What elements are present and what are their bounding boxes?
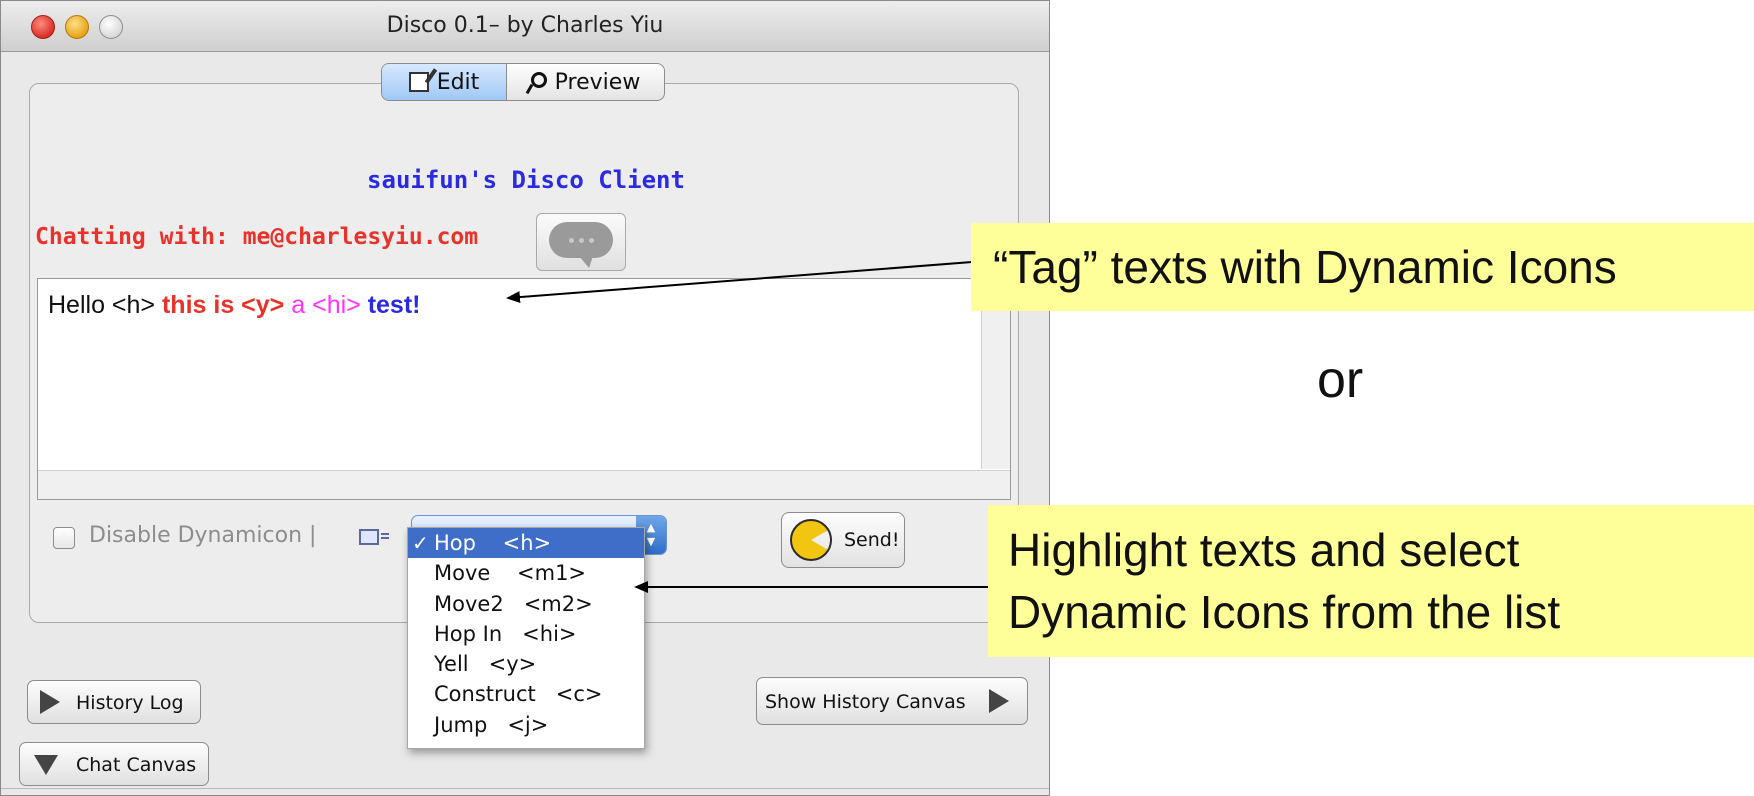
- disclosure-right-icon: [40, 690, 60, 714]
- mode-segmented-control: Edit Preview: [381, 63, 665, 101]
- pacman-icon: [790, 519, 832, 561]
- callout-line-1: Highlight texts and select: [1008, 524, 1520, 576]
- disclosure-down-icon: [34, 755, 58, 775]
- dropdown-item-label: Construct <c>: [434, 682, 603, 707]
- message-text: Hello <h> this is <y> a <hi> test!: [48, 291, 421, 320]
- checkmark-icon: ✓: [412, 531, 429, 555]
- speech-bubble-icon: [549, 222, 613, 268]
- message-segment: <h>: [111, 291, 162, 319]
- title-bar[interactable]: Disco 0.1– by Charles Yiu: [1, 1, 1049, 52]
- dropdown-item[interactable]: Move <m1>: [408, 558, 644, 588]
- send-label: Send!: [844, 529, 900, 551]
- show-history-canvas-label: Show History Canvas: [765, 691, 966, 713]
- disable-dynamicon-checkbox[interactable]: [53, 527, 75, 549]
- callout-highlight-texts: Highlight texts and select Dynamic Icons…: [988, 505, 1754, 657]
- dropdown-item[interactable]: Hop In <hi>: [408, 619, 644, 649]
- or-label: or: [1317, 351, 1364, 409]
- chat-bubble-button[interactable]: [536, 213, 626, 271]
- message-segment: <hi>: [312, 291, 368, 319]
- dropdown-item[interactable]: Move2 <m2>: [408, 589, 644, 619]
- edit-icon: [408, 72, 429, 92]
- send-button[interactable]: Send!: [781, 512, 905, 568]
- callout-tag-texts: “Tag” texts with Dynamic Icons: [971, 223, 1754, 311]
- dropdown-item-label: Yell <y>: [434, 652, 537, 677]
- dropdown-item-label: Hop In <hi>: [434, 621, 577, 646]
- history-log-label: History Log: [76, 692, 184, 714]
- message-segment: <y>: [241, 291, 292, 319]
- divider: [1, 788, 1049, 789]
- app-window: Disco 0.1– by Charles Yiu Edit Preview s…: [0, 0, 1050, 796]
- dropdown-item[interactable]: Jump <j>: [408, 710, 644, 740]
- tab-edit-label: Edit: [436, 69, 480, 95]
- message-segment: this is: [161, 291, 242, 319]
- tab-preview-label: Preview: [554, 69, 641, 95]
- tab-preview[interactable]: Preview: [507, 64, 664, 100]
- message-segment: a: [291, 291, 313, 319]
- tab-edit[interactable]: Edit: [382, 64, 507, 100]
- dropdown-item-label: Hop <h>: [434, 531, 552, 555]
- disclosure-right-icon: [989, 689, 1009, 713]
- text-format-icon[interactable]: [359, 529, 389, 545]
- dynamicon-dropdown-list: ✓ Hop <h> Move <m1> Move2 <m2> Hop In <hi> Ye…: [407, 527, 645, 749]
- dropdown-item-label: Move2 <m2>: [434, 591, 593, 616]
- magnifier-icon: [530, 72, 547, 88]
- dropdown-item-label: Jump <j>: [434, 712, 549, 737]
- window-title: Disco 0.1– by Charles Yiu: [386, 13, 664, 38]
- dropdown-item[interactable]: ✓ Hop <h>: [408, 528, 644, 559]
- message-segment: Hello: [48, 291, 112, 319]
- dropdown-item[interactable]: Yell <y>: [408, 649, 644, 679]
- chatting-with-label: Chatting with: me@charlesyiu.com: [35, 224, 479, 250]
- chat-canvas-label: Chat Canvas: [76, 754, 197, 776]
- dropdown-item[interactable]: Construct <c>: [408, 679, 644, 709]
- history-log-button[interactable]: History Log: [27, 680, 201, 724]
- show-history-canvas-button[interactable]: Show History Canvas: [756, 677, 1028, 725]
- message-input[interactable]: Hello <h> this is <y> a <hi> test!: [37, 278, 1011, 500]
- callout-line-2: Dynamic Icons from the list: [1008, 586, 1561, 638]
- horizontal-scrollbar[interactable]: [38, 470, 1010, 499]
- client-title: sauifun's Disco Client: [367, 166, 685, 194]
- chat-canvas-button[interactable]: Chat Canvas: [19, 742, 209, 786]
- message-segment: test!: [367, 291, 421, 319]
- disable-dynamicon-label: Disable Dynamicon |: [89, 523, 317, 548]
- dropdown-item-label: Move <m1>: [434, 561, 587, 586]
